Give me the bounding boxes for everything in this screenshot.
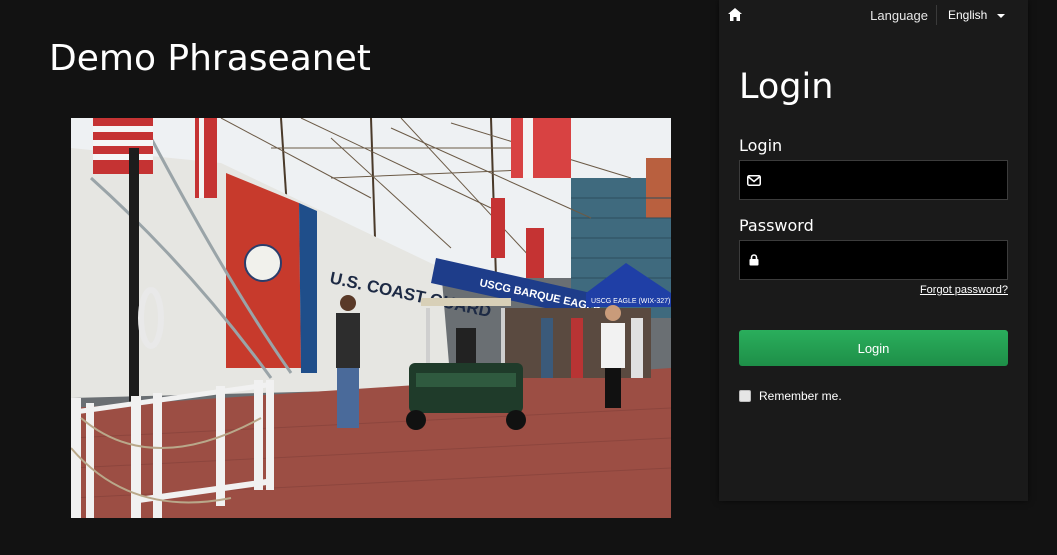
- password-input[interactable]: [768, 241, 1007, 279]
- lock-icon: [740, 241, 768, 279]
- top-bar: Language English: [719, 0, 1028, 31]
- hero-photo-illustration: U.S. COAST GUARD USCG BARQUE EAGLE USCG …: [71, 118, 671, 518]
- login-heading: Login: [739, 67, 834, 107]
- login-field-label: Login: [739, 136, 783, 155]
- password-field: [739, 240, 1008, 280]
- remember-me-checkbox[interactable]: [739, 390, 751, 402]
- hero-photo: U.S. COAST GUARD USCG BARQUE EAGLE USCG …: [71, 118, 671, 518]
- language-divider: [936, 5, 937, 25]
- login-input[interactable]: [768, 161, 1007, 199]
- language-dropdown[interactable]: English: [948, 8, 1006, 22]
- page-title: Demo Phraseanet: [49, 38, 371, 79]
- caret-down-icon: [997, 13, 1006, 18]
- remember-me[interactable]: Remember me.: [739, 389, 842, 403]
- language-value: English: [948, 8, 988, 22]
- login-panel: Language English Login Login Password Fo…: [719, 0, 1028, 501]
- remember-me-label: Remember me.: [759, 389, 842, 403]
- password-field-label: Password: [739, 216, 814, 235]
- envelope-icon: [740, 161, 768, 199]
- forgot-password-link[interactable]: Forgot password?: [920, 284, 1008, 296]
- tent-lettering: USCG EAGLE (WIX-327): [591, 298, 670, 305]
- login-field: [739, 160, 1008, 200]
- login-button[interactable]: Login: [739, 330, 1008, 366]
- home-icon[interactable]: [728, 8, 742, 21]
- language-label: Language: [870, 8, 928, 23]
